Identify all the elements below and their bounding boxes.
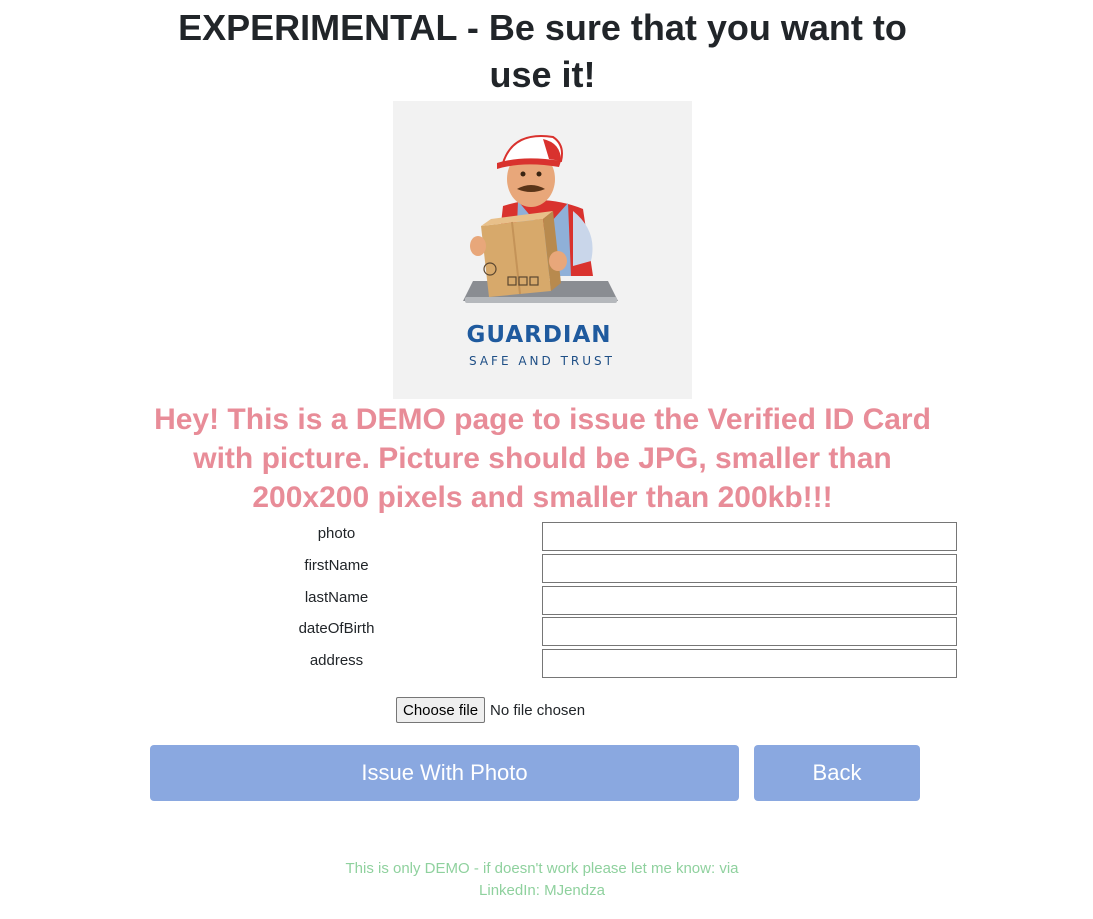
photo-field[interactable]	[542, 522, 957, 551]
brand-tagline: SAFE AND TRUST	[469, 354, 615, 368]
form-row-date-of-birth: dateOfBirth	[150, 616, 957, 648]
back-button[interactable]: Back	[754, 745, 920, 801]
demo-notice: Hey! This is a DEMO page to issue the Ve…	[154, 403, 931, 514]
guardian-logo: GUARDIAN SAFE AND TRUST	[393, 101, 692, 399]
photo-label: photo	[317, 525, 356, 542]
first-name-label: firstName	[304, 556, 369, 574]
file-picker: Choose file No file chosen	[396, 697, 585, 723]
form-row-address: address	[150, 648, 957, 680]
date-of-birth-label: dateOfBirth	[298, 620, 375, 638]
issue-with-photo-button[interactable]: Issue With Photo	[150, 745, 739, 801]
last-name-field[interactable]	[542, 585, 957, 615]
page: EXPERIMENTAL - Be sure that you want to …	[0, 0, 1093, 919]
brand-name: GUARDIAN	[466, 322, 611, 348]
delivery-man-illustration: GUARDIAN SAFE AND TRUST	[463, 135, 618, 368]
first-name-field[interactable]	[542, 553, 957, 583]
form-row-photo: photo	[150, 521, 957, 553]
last-name-label: lastName	[304, 588, 369, 606]
id-card-form: photo firstName lastName dateOfBirth add…	[150, 521, 957, 680]
form-row-last-name: lastName	[150, 585, 957, 617]
footer-note: This is only DEMO - if doesn't work plea…	[345, 860, 739, 899]
page-title: EXPERIMENTAL - Be sure that you want to …	[178, 7, 907, 95]
form-row-first-name: firstName	[150, 553, 957, 585]
address-field[interactable]	[542, 649, 957, 679]
date-of-birth-field[interactable]	[542, 617, 957, 647]
choose-file-button[interactable]: Choose file	[396, 697, 486, 723]
address-label: address	[309, 652, 364, 670]
file-status: No file chosen	[490, 701, 586, 719]
